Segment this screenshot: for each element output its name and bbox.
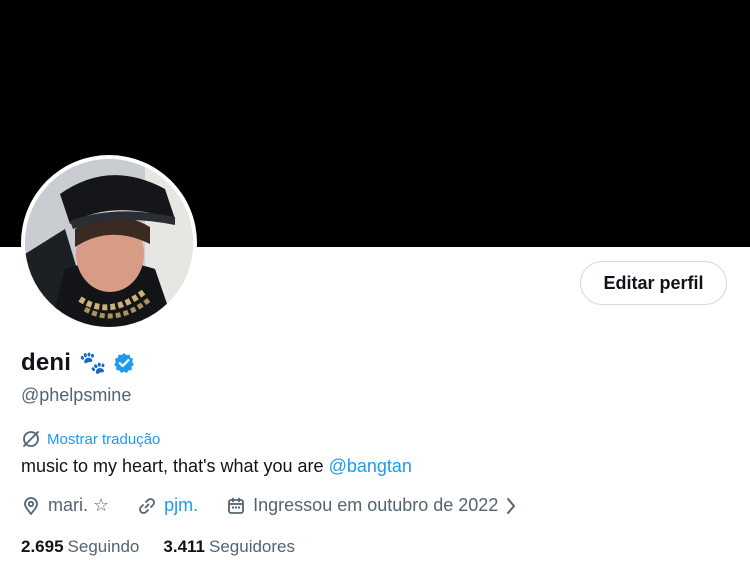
joined-item[interactable]: Ingressou em outubro de 2022 <box>226 495 523 516</box>
followers-label: Seguidores <box>209 537 296 556</box>
verified-badge-icon[interactable] <box>113 352 135 374</box>
avatar-photo <box>25 159 193 327</box>
following-label: Seguindo <box>67 537 140 556</box>
joined-text: Ingressou em outubro de 2022 <box>253 495 499 515</box>
follow-stats: 2.695 Seguindo 3.411 Seguidores <box>21 537 319 557</box>
display-name: deni <box>21 349 72 376</box>
bio-mention-link[interactable]: @bangtan <box>329 456 412 476</box>
avatar[interactable] <box>25 159 193 327</box>
location-text: mari. ☆ <box>48 495 110 515</box>
show-translation-link[interactable]: Mostrar tradução <box>21 429 160 449</box>
link-icon <box>139 497 156 514</box>
avatar-border <box>21 155 197 331</box>
calendar-icon <box>228 497 245 514</box>
followers-count: 3.411 <box>163 537 205 556</box>
following-link[interactable]: 2.695 Seguindo <box>21 537 139 557</box>
display-name-row: deni 🐾 <box>21 349 135 377</box>
profile-bio: music to my heart, that's what you are @… <box>21 456 412 477</box>
edit-profile-button[interactable]: Editar perfil <box>580 261 727 305</box>
website-item[interactable]: pjm. <box>137 495 198 516</box>
show-translation-label: Mostrar tradução <box>47 430 161 448</box>
location-item: mari. ☆ <box>21 495 109 516</box>
website-link[interactable]: pjm. <box>164 495 198 516</box>
followers-link[interactable]: 3.411 Seguidores <box>163 537 295 557</box>
following-count: 2.695 <box>21 537 64 556</box>
chevron-right-icon <box>507 497 516 514</box>
location-pin-icon <box>24 496 38 515</box>
paw-emoji: 🐾 <box>79 350 107 375</box>
user-handle: @phelpsmine <box>21 385 132 405</box>
translate-icon <box>23 431 39 447</box>
bio-text: music to my heart, that's what you are <box>21 456 329 476</box>
profile-meta-row: mari. ☆ pjm. Ingressou em outubro de 202… <box>21 495 551 516</box>
